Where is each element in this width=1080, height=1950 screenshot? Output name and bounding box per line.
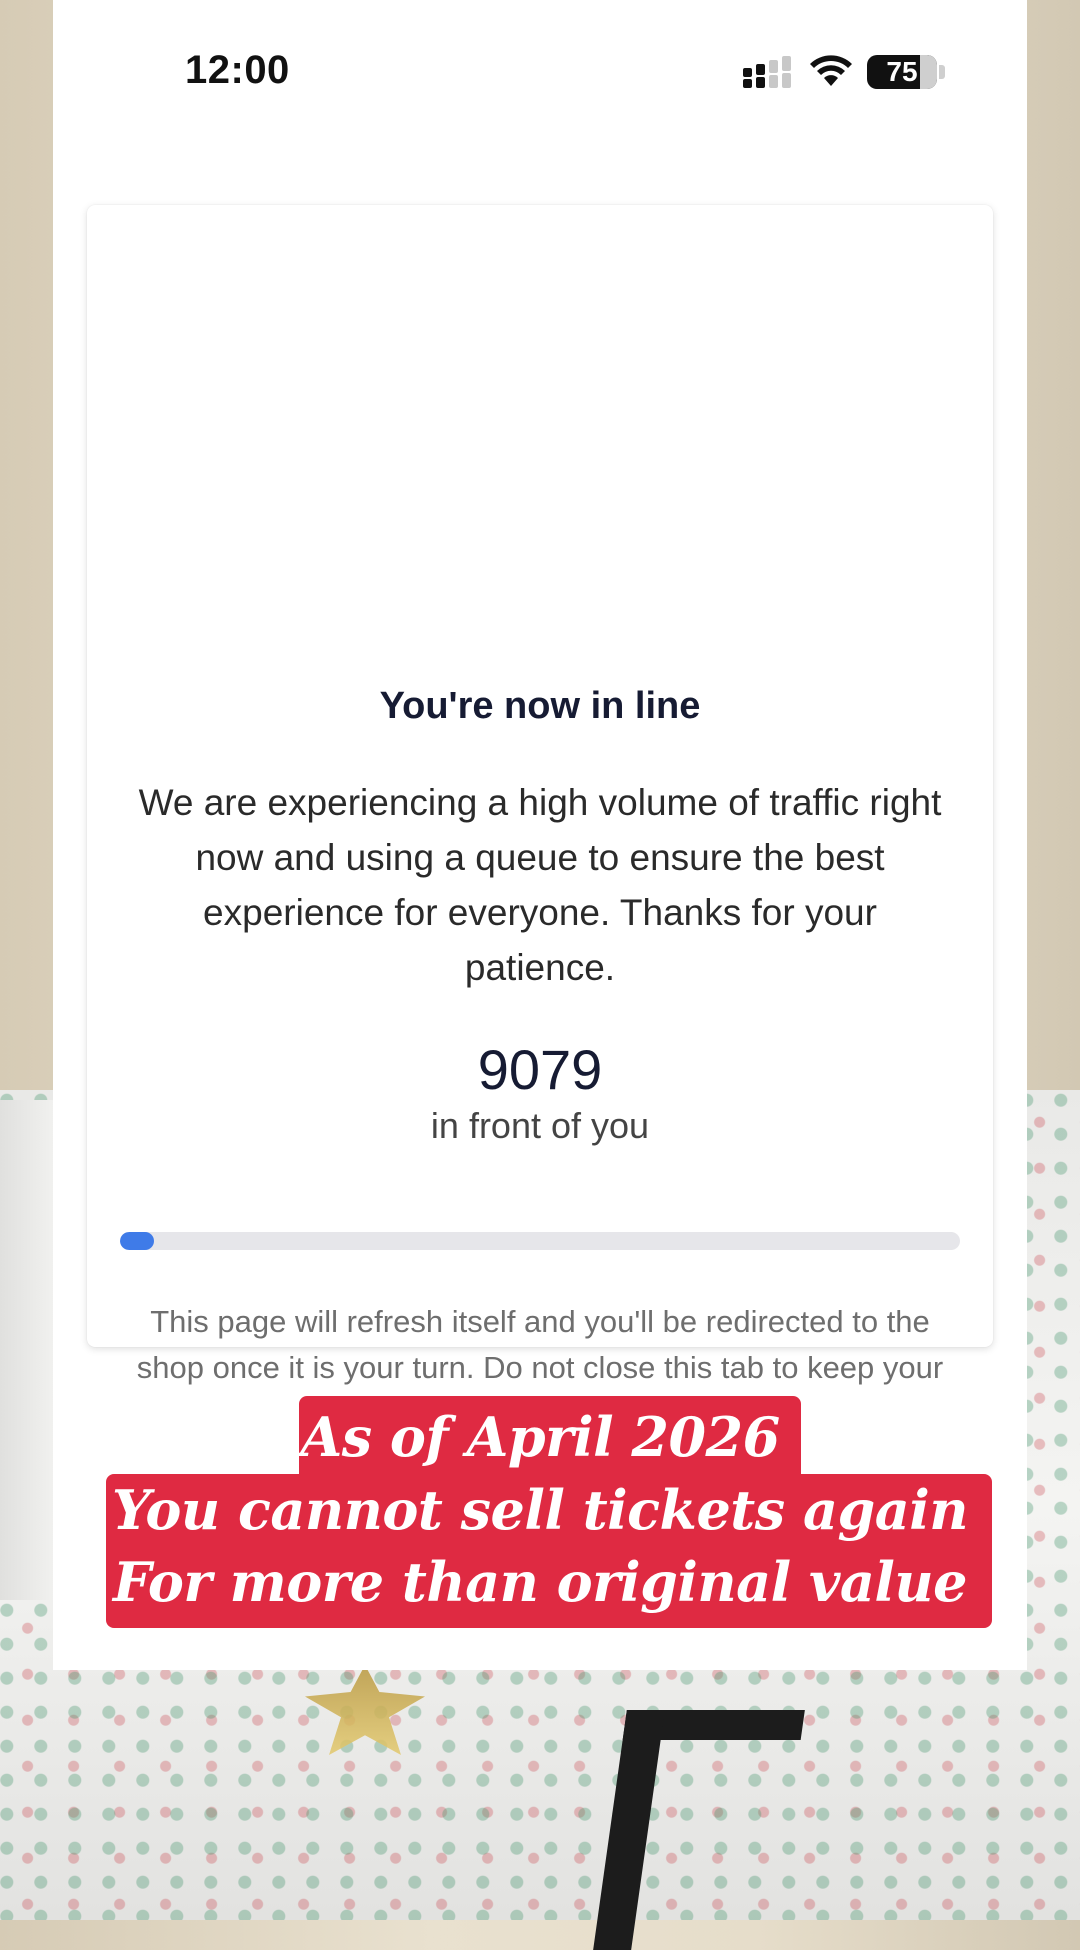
status-bar: 12:00 75 xyxy=(53,0,1027,150)
queue-progress-bar xyxy=(120,1232,960,1250)
battery-nub xyxy=(939,65,945,79)
wifi-icon xyxy=(810,55,852,86)
page-title: You're now in line xyxy=(379,685,701,727)
queue-progress-fill xyxy=(120,1232,154,1250)
caption-line-2: You cannot sell tickets again xyxy=(112,1478,968,1542)
queue-description: We are experiencing a high volume of tra… xyxy=(138,782,942,988)
queue-position-label: in front of you xyxy=(430,1105,650,1146)
caption-line-3: For more than original value xyxy=(113,1550,967,1614)
queue-position-count: 9079 xyxy=(477,1038,603,1101)
cellular-signal-icon xyxy=(743,56,791,88)
jersey-number xyxy=(593,1710,805,1950)
caption-line-1: As of April 2026 xyxy=(300,1405,780,1469)
battery-level: 75 xyxy=(886,56,918,87)
status-time: 12:00 xyxy=(185,48,290,92)
battery-icon: 75 xyxy=(867,55,937,89)
queue-card: You're now in line We are experiencing a… xyxy=(87,205,993,1479)
